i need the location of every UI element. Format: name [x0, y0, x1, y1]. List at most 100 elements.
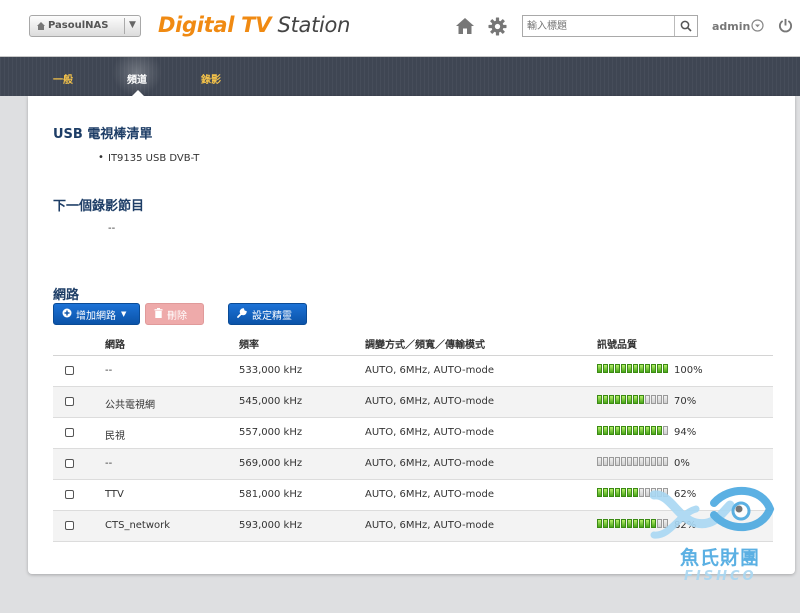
table-row[interactable]: 民視 557,000 kHz AUTO, 6MHz, AUTO-mode 94%: [53, 418, 773, 449]
signal-segment: [597, 395, 602, 404]
search-icon: [680, 20, 692, 32]
row-checkbox[interactable]: [65, 459, 74, 468]
signal-percent: 100%: [674, 365, 703, 376]
cell-mode: AUTO, 6MHz, AUTO-mode: [365, 520, 494, 531]
signal-segment: [645, 395, 650, 404]
signal-segment: [633, 488, 638, 497]
signal-segment: [657, 457, 662, 466]
watermark-subtext: FISHCO: [684, 569, 757, 584]
active-tab-pointer: [132, 90, 144, 96]
network-title: 網路: [53, 288, 80, 303]
signal-segment: [651, 457, 656, 466]
signal-segment: [603, 519, 608, 528]
app-title: Digital TV Station: [158, 13, 351, 37]
cell-network: --: [105, 458, 113, 469]
tab-general[interactable]: 一般: [53, 71, 73, 86]
signal-segment: [615, 457, 620, 466]
signal-segment: [651, 364, 656, 373]
signal-segment: [663, 395, 668, 404]
row-checkbox[interactable]: [65, 397, 74, 406]
chevron-down-icon[interactable]: ▼: [129, 20, 136, 30]
power-icon[interactable]: [778, 18, 793, 36]
signal-segment: [657, 364, 662, 373]
signal-segment: [615, 426, 620, 435]
add-network-button[interactable]: 增加網路 ▼: [53, 303, 140, 325]
search-button[interactable]: [674, 16, 697, 36]
cell-frequency: 581,000 kHz: [239, 489, 303, 500]
cell-network: TTV: [105, 489, 124, 500]
signal-segment: [627, 426, 632, 435]
signal-segment: [609, 457, 614, 466]
watermark-logo: 魚氏財團 FISHCO: [649, 483, 780, 588]
signal-segment: [615, 395, 620, 404]
signal-segment: [627, 519, 632, 528]
nas-name: PasoulNAS: [48, 20, 109, 31]
signal-segment: [615, 488, 620, 497]
delete-button[interactable]: 刪除: [145, 303, 204, 325]
signal-segment: [597, 426, 602, 435]
cell-frequency: 569,000 kHz: [239, 458, 303, 469]
signal-segment: [621, 426, 626, 435]
search-input[interactable]: [523, 16, 681, 36]
signal-percent: 70%: [674, 396, 697, 407]
signal-segment: [597, 457, 602, 466]
cell-network: 民視: [105, 431, 125, 442]
signal-percent: 94%: [674, 427, 697, 438]
signal-segment: [663, 457, 668, 466]
signal-segment: [609, 426, 614, 435]
table-row[interactable]: 公共電視網 545,000 kHz AUTO, 6MHz, AUTO-mode 70%: [53, 387, 773, 418]
fish-logo-icon: [649, 486, 775, 539]
main-nav: 一般 頻道 錄影: [0, 57, 800, 96]
chevron-down-circle-icon[interactable]: [751, 19, 764, 35]
signal-segment: [627, 395, 632, 404]
signal-segment: [627, 457, 632, 466]
signal-segment: [645, 364, 650, 373]
nas-selector[interactable]: PasoulNAS ▼: [29, 15, 141, 37]
cell-frequency: 557,000 kHz: [239, 427, 303, 438]
column-signal: 訊號品質: [597, 340, 637, 351]
table-row[interactable]: -- 533,000 kHz AUTO, 6MHz, AUTO-mode 100%: [53, 356, 773, 387]
tab-channels[interactable]: 頻道: [127, 71, 147, 86]
column-mode: 調變方式／頻寬／傳輸模式: [365, 340, 485, 351]
signal-segment: [633, 364, 638, 373]
signal-segment: [603, 457, 608, 466]
row-checkbox[interactable]: [65, 490, 74, 499]
signal-segment: [639, 364, 644, 373]
signal-segment: [615, 519, 620, 528]
column-network: 網路: [105, 340, 125, 351]
next-recording-title: 下一個錄影節目: [53, 199, 145, 214]
row-checkbox[interactable]: [65, 428, 74, 437]
signal-segment: [621, 519, 626, 528]
signal-segment: [633, 457, 638, 466]
signal-segment: [627, 364, 632, 373]
signal-bar: [597, 426, 669, 435]
usb-list-title: USB 電視棒清單: [53, 127, 153, 142]
signal-segment: [645, 457, 650, 466]
next-recording-value: --: [108, 223, 116, 234]
row-checkbox[interactable]: [65, 521, 74, 530]
signal-segment: [615, 364, 620, 373]
gear-icon[interactable]: [488, 17, 507, 39]
cell-frequency: 533,000 kHz: [239, 365, 303, 376]
cell-network: --: [105, 365, 113, 376]
tab-recording[interactable]: 錄影: [201, 71, 221, 86]
signal-segment: [621, 395, 626, 404]
cell-mode: AUTO, 6MHz, AUTO-mode: [365, 489, 494, 500]
cell-mode: AUTO, 6MHz, AUTO-mode: [365, 396, 494, 407]
signal-segment: [663, 364, 668, 373]
signal-segment: [621, 364, 626, 373]
signal-segment: [609, 364, 614, 373]
row-checkbox[interactable]: [65, 366, 74, 375]
cell-mode: AUTO, 6MHz, AUTO-mode: [365, 458, 494, 469]
setup-wizard-button[interactable]: 設定精靈: [228, 303, 307, 325]
table-row[interactable]: -- 569,000 kHz AUTO, 6MHz, AUTO-mode 0%: [53, 449, 773, 480]
user-menu[interactable]: admin: [712, 20, 750, 33]
signal-segment: [633, 395, 638, 404]
signal-segment: [603, 395, 608, 404]
signal-bar: [597, 457, 669, 466]
trash-icon: [154, 307, 163, 321]
home-icon[interactable]: [455, 17, 475, 38]
signal-segment: [639, 426, 644, 435]
signal-segment: [621, 457, 626, 466]
signal-segment: [597, 364, 602, 373]
